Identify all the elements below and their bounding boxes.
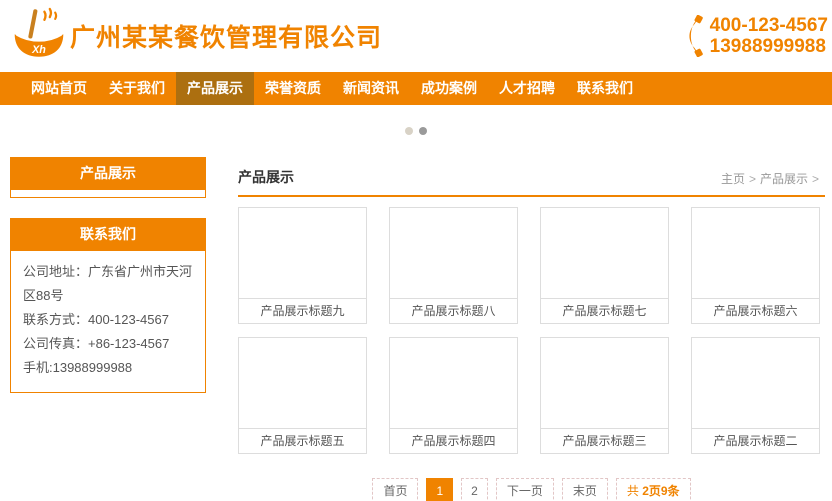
sidebar: 产品展示 联系我们 公司地址：广东省广州市天河区88号 联系方式：400-123… xyxy=(10,157,206,501)
phone-number-1: 400-123-4567 xyxy=(709,15,828,36)
pagination-total-count: 2页9条 xyxy=(642,484,680,498)
product-title[interactable]: 产品展示标题二 xyxy=(692,428,819,453)
product-image-placeholder xyxy=(692,208,819,298)
sidebar-contact-info: 公司地址：广东省广州市天河区88号 联系方式：400-123-4567 公司传真… xyxy=(10,251,206,393)
nav-item-honors[interactable]: 荣誉资质 xyxy=(254,72,332,105)
main-header: 产品展示 主页 > 产品展示 > xyxy=(238,157,825,197)
phone-numbers: 400-123-4567 13988999988 xyxy=(710,15,828,57)
nav-item-cases[interactable]: 成功案例 xyxy=(410,72,488,105)
product-card[interactable]: 产品展示标题二 xyxy=(691,337,820,454)
product-card[interactable]: 产品展示标题八 xyxy=(389,207,518,324)
nav-item-home[interactable]: 网站首页 xyxy=(20,72,98,105)
breadcrumb-home-link[interactable]: 主页 xyxy=(721,172,745,186)
product-card[interactable]: 产品展示标题六 xyxy=(691,207,820,324)
product-image-placeholder xyxy=(692,338,819,428)
pagination-total-info: 共 2页9条 xyxy=(615,478,691,501)
nav-item-jobs[interactable]: 人才招聘 xyxy=(488,72,566,105)
pagination-first-button[interactable]: 首页 xyxy=(372,478,419,501)
product-title[interactable]: 产品展示标题九 xyxy=(239,298,366,323)
main-nav: 网站首页 关于我们 产品展示 荣誉资质 新闻资讯 成功案例 人才招聘 联系我们 xyxy=(0,72,832,105)
nav-item-products[interactable]: 产品展示 xyxy=(176,72,254,105)
product-grid: 产品展示标题九 产品展示标题八 产品展示标题七 产品展示标题六 产品展示标题五 … xyxy=(238,207,825,454)
product-title[interactable]: 产品展示标题五 xyxy=(239,428,366,453)
product-image-placeholder xyxy=(390,208,517,298)
sidebar-contact-box: 联系我们 公司地址：广东省广州市天河区88号 联系方式：400-123-4567… xyxy=(10,218,206,393)
contact-phone: 联系方式：400-123-4567 xyxy=(23,312,169,327)
product-card[interactable]: 产品展示标题三 xyxy=(540,337,669,454)
pagination-last-button[interactable]: 末页 xyxy=(561,478,608,501)
logo[interactable]: Xh 广州某某餐饮管理有限公司 xyxy=(12,7,382,65)
product-card[interactable]: 产品展示标题四 xyxy=(389,337,518,454)
nav-item-news[interactable]: 新闻资讯 xyxy=(332,72,410,105)
product-title[interactable]: 产品展示标题七 xyxy=(541,298,668,323)
pagination-total-prefix: 共 xyxy=(626,484,643,498)
contact-fax: 公司传真：+86-123-4567 xyxy=(23,336,170,351)
breadcrumb-separator-2: > xyxy=(811,172,819,186)
pagination: 首页 1 2 下一页 末页 共 2页9条 xyxy=(238,478,825,501)
breadcrumb-current-link[interactable]: 产品展示 xyxy=(760,172,808,186)
carousel-banner xyxy=(0,105,832,157)
contact-mobile: 手机:13988999988 xyxy=(23,360,133,375)
nav-item-about[interactable]: 关于我们 xyxy=(98,72,176,105)
pagination-next-button[interactable]: 下一页 xyxy=(495,478,554,501)
carousel-dot-2-active[interactable] xyxy=(419,127,427,135)
company-name: 广州某某餐饮管理有限公司 xyxy=(70,24,383,52)
sidebar-product-box: 产品展示 xyxy=(10,157,206,198)
logo-text: Xh xyxy=(31,44,46,56)
product-image-placeholder xyxy=(541,338,668,428)
product-title[interactable]: 产品展示标题四 xyxy=(390,428,517,453)
breadcrumb-separator: > xyxy=(748,172,756,186)
pagination-page-1-active[interactable]: 1 xyxy=(426,478,454,501)
sidebar-product-box-body xyxy=(10,190,206,198)
page-title: 产品展示 xyxy=(238,169,294,185)
product-card[interactable]: 产品展示标题九 xyxy=(238,207,367,324)
nav-item-contact[interactable]: 联系我们 xyxy=(566,72,644,105)
phone-number-2: 13988999988 xyxy=(709,36,826,57)
product-image-placeholder xyxy=(239,208,366,298)
page-container: 产品展示 联系我们 公司地址：广东省广州市天河区88号 联系方式：400-123… xyxy=(10,157,825,501)
pagination-page-2[interactable]: 2 xyxy=(461,478,488,501)
product-title[interactable]: 产品展示标题三 xyxy=(541,428,668,453)
product-title[interactable]: 产品展示标题六 xyxy=(692,298,819,323)
bowl-logo-icon: Xh xyxy=(14,7,64,57)
sidebar-contact-box-title: 联系我们 xyxy=(10,218,206,251)
breadcrumb: 主页 > 产品展示 > xyxy=(721,170,823,187)
header-phone-block: 400-123-4567 13988999988 xyxy=(684,15,830,57)
product-image-placeholder xyxy=(541,208,668,298)
product-image-placeholder xyxy=(239,338,366,428)
sidebar-product-box-title: 产品展示 xyxy=(10,157,206,190)
phone-icon xyxy=(689,15,703,57)
contact-address: 公司地址：广东省广州市天河区88号 xyxy=(23,264,193,303)
product-image-placeholder xyxy=(390,338,517,428)
product-card[interactable]: 产品展示标题五 xyxy=(238,337,367,454)
product-title[interactable]: 产品展示标题八 xyxy=(390,298,517,323)
product-card[interactable]: 产品展示标题七 xyxy=(540,207,669,324)
site-header: Xh 广州某某餐饮管理有限公司 400-123-4567 13988999988 xyxy=(0,0,832,72)
carousel-dot-1[interactable] xyxy=(405,127,413,135)
main-content: 产品展示 主页 > 产品展示 > 产品展示标题九 产品展示标题八 产品展示标题七 产品… xyxy=(238,157,825,501)
